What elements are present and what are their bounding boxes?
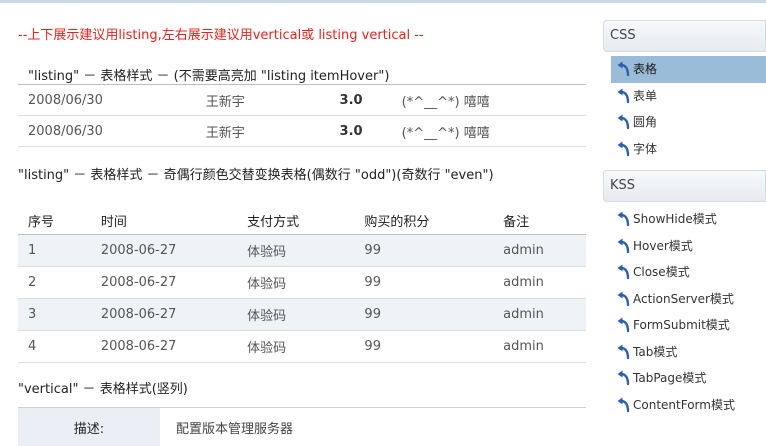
- main-content: --上下展示建议用listing,左右展示建议用vertical或 listin…: [0, 0, 596, 446]
- table-row: 2008/06/30 王新宇 3.0 (*^__^*) 嘻嘻: [18, 115, 586, 147]
- sidebar-item[interactable]: ContentForm模式: [611, 392, 766, 419]
- sidebar-item-label: ShowHide模式: [633, 212, 717, 226]
- sidebar-item[interactable]: ActionServer模式: [611, 286, 766, 313]
- usage-note: --上下展示建议用listing,左右展示建议用vertical或 listin…: [18, 28, 424, 43]
- curved-arrow-icon: [617, 344, 630, 359]
- column-header: 时间: [90, 206, 238, 235]
- kss-menu: ShowHide模式 Hover模式 Close模式 ActionServer模式 Fo…: [611, 206, 766, 418]
- curved-arrow-icon: [617, 370, 630, 386]
- sidebar-item-label: Hover模式: [633, 238, 693, 253]
- sidebar-item-label: Close模式: [633, 265, 690, 279]
- table-cell: 2: [18, 266, 91, 299]
- table-row: 2008/06/30 王新宇 3.0 (*^__^*) 嘻嘻: [18, 84, 586, 116]
- table-cell: 2008-06-27: [90, 298, 238, 331]
- table-cell: 2008-06-27: [90, 234, 238, 267]
- table-cell: 99: [354, 234, 494, 267]
- sidebar-item[interactable]: 表格: [611, 56, 766, 83]
- sidebar-item-label: Tab模式: [633, 344, 678, 359]
- listing-table: 2008/06/30 王新宇 3.0 (*^__^*) 嘻嘻 2008/06/30 王新宇…: [18, 84, 586, 147]
- table-cell: 3.0: [329, 84, 392, 116]
- curved-arrow-icon: [617, 141, 630, 156]
- sidebar-item-label: ContentForm模式: [633, 397, 735, 412]
- css-menu: 表格 表单 圆角 字体: [611, 56, 766, 162]
- sidebar-item[interactable]: FormSubmit模式: [611, 312, 766, 339]
- curved-arrow-icon: [617, 238, 630, 253]
- table-cell: 体验码: [237, 234, 355, 267]
- curved-arrow-icon: [617, 88, 630, 103]
- table-cell: 99: [354, 298, 494, 331]
- section-title-listing: "listing" － 表格样式 － (不需要高亮加 "listing item…: [28, 69, 390, 84]
- table-cell: 体验码: [237, 330, 355, 363]
- vertical-label: 描述:: [18, 407, 160, 446]
- column-header: 购买的积分: [354, 206, 494, 235]
- table-cell: admin: [493, 298, 586, 331]
- table-cell: 99: [354, 330, 494, 363]
- sidebar-item-label: 字体: [633, 141, 658, 156]
- section-title-vertical: "vertical" － 表格样式(竖列): [18, 382, 188, 397]
- curved-arrow-icon: [617, 397, 630, 412]
- sidebar-item[interactable]: TabPage模式: [611, 365, 766, 392]
- table-cell: 王新宇: [195, 84, 330, 116]
- sidebar-item[interactable]: Close模式: [611, 259, 766, 286]
- curved-arrow-icon: [617, 317, 630, 333]
- sidebar-item-label: 表格: [633, 62, 658, 76]
- sidebar-item[interactable]: Tab模式: [611, 339, 766, 366]
- sidebar-item-label: ActionServer模式: [633, 291, 734, 306]
- sidebar-item[interactable]: Hover模式: [611, 233, 766, 260]
- table-cell: 3: [18, 298, 91, 331]
- table-cell: 3.0: [329, 115, 392, 147]
- table-cell: 99: [354, 266, 494, 299]
- table-cell: 4: [18, 330, 91, 363]
- table-cell: 2008-06-27: [90, 266, 238, 299]
- table-cell: 王新宇: [195, 115, 330, 147]
- sidebar-item[interactable]: ShowHide模式: [611, 206, 766, 233]
- table-row: 4 2008-06-27 体验码 99 admin: [18, 330, 586, 363]
- table-row: 1 2008-06-27 体验码 99 admin: [18, 234, 586, 267]
- vertical-value: 配置版本管理服务器: [176, 421, 294, 437]
- curved-arrow-icon: [617, 211, 630, 227]
- sidebar-item[interactable]: 表单: [611, 83, 766, 110]
- column-header: 序号: [18, 206, 91, 235]
- table-cell: 1: [18, 234, 91, 267]
- sidebar: CSS 表格表单圆角字体 KSS ShowHide模式 Hover模式 Close模…: [603, 20, 766, 418]
- column-header: 备注: [493, 206, 586, 235]
- sidebar-item[interactable]: 字体: [611, 136, 766, 163]
- column-header: 支付方式: [237, 206, 355, 235]
- css-panel-title: CSS: [603, 20, 766, 52]
- table-cell: admin: [493, 266, 586, 299]
- table-cell: 2008/06/30: [18, 115, 196, 147]
- table-cell: admin: [493, 330, 586, 363]
- table-row: 2 2008-06-27 体验码 99 admin: [18, 266, 586, 299]
- striped-table: 序号 时间 支付方式 购买的积分 备注 1 2008-06-27 体验码 99 admin 2 20…: [18, 206, 586, 363]
- table-cell: (*^__^*) 嘻嘻: [391, 115, 586, 147]
- sidebar-item-label: 表单: [633, 88, 658, 103]
- curved-arrow-icon: [617, 291, 630, 306]
- table-cell: 2008/06/30: [18, 84, 196, 116]
- sidebar-item-label: FormSubmit模式: [633, 318, 730, 332]
- vertical-table: 描述: 配置版本管理服务器: [18, 407, 586, 446]
- kss-panel-title: KSS: [603, 170, 766, 202]
- curved-arrow-icon: [617, 61, 630, 77]
- table-cell: 体验码: [237, 298, 355, 331]
- curved-arrow-icon: [617, 114, 630, 130]
- curved-arrow-icon: [617, 264, 630, 280]
- table-cell: (*^__^*) 嘻嘻: [391, 84, 586, 116]
- sidebar-item-label: 圆角: [633, 115, 658, 129]
- sidebar-item-label: TabPage模式: [633, 371, 707, 385]
- section-title-listing-striped: "listing" － 表格样式 － 奇偶行颜色交替变换表格(偶数行 "odd"…: [18, 168, 494, 183]
- table-cell: admin: [493, 234, 586, 267]
- table-cell: 体验码: [237, 266, 355, 299]
- table-cell: 2008-06-27: [90, 330, 238, 363]
- sidebar-item[interactable]: 圆角: [611, 109, 766, 136]
- table-row: 3 2008-06-27 体验码 99 admin: [18, 298, 586, 331]
